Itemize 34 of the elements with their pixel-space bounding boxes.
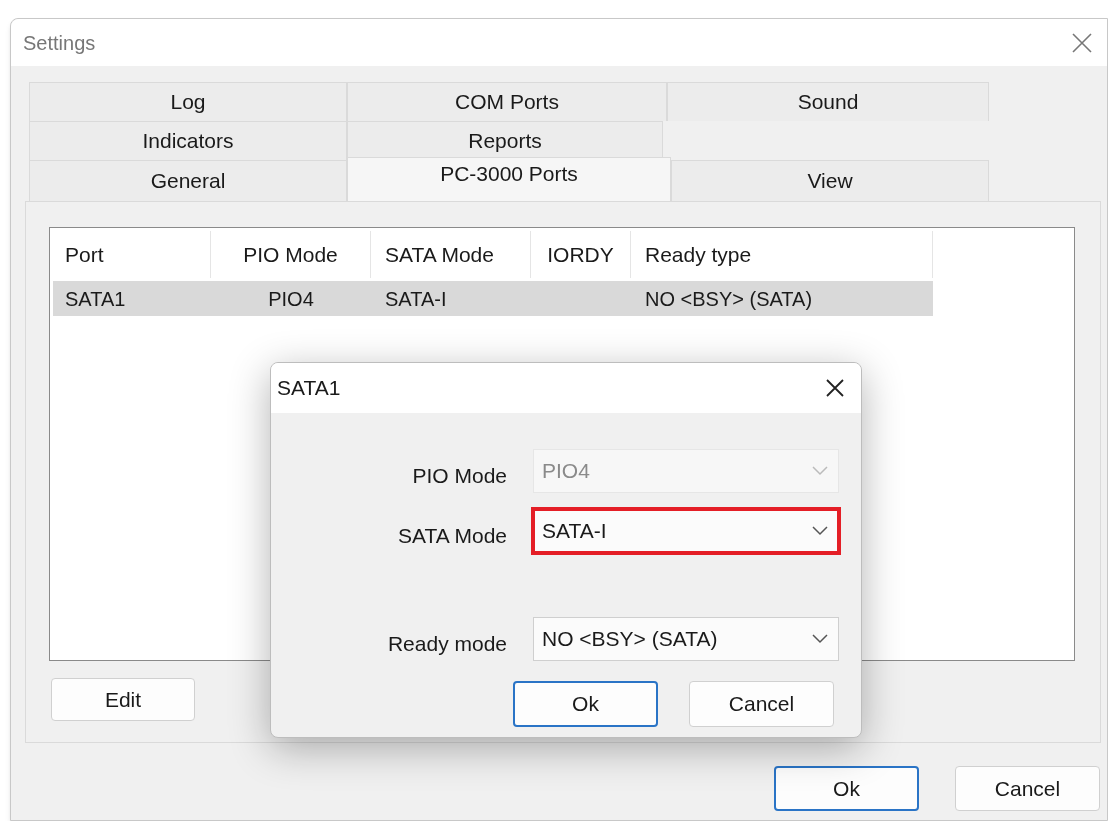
column-header[interactable]: SATA Mode xyxy=(371,231,531,278)
chevron-down-icon xyxy=(812,526,828,536)
tab[interactable]: PC-3000 Ports xyxy=(347,157,671,201)
column-header[interactable]: PIO Mode xyxy=(211,231,371,278)
tab[interactable]: Indicators xyxy=(29,121,347,160)
tab[interactable]: General xyxy=(29,160,347,201)
table-cell-text: SATA1 xyxy=(65,286,126,312)
tab[interactable]: Reports xyxy=(347,121,663,160)
dialog-button[interactable]: Cancel xyxy=(689,681,834,727)
column-header[interactable]: IORDY xyxy=(531,231,631,278)
chevron-down-icon xyxy=(812,466,828,476)
field-label: PIO Mode xyxy=(411,463,507,490)
column-header[interactable]: Port xyxy=(53,231,211,278)
dropdown[interactable]: NO <BSY> (SATA) xyxy=(533,617,839,661)
edit-button[interactable]: Edit xyxy=(51,678,195,721)
dialog-button[interactable]: Ok xyxy=(513,681,658,727)
tab[interactable]: Log xyxy=(29,82,347,121)
dialog-title: SATA1 xyxy=(277,375,341,402)
dialog-footer-button[interactable]: Ok xyxy=(774,766,919,811)
dialog-footer-button[interactable]: Cancel xyxy=(955,766,1100,811)
table-cell-text: NO <BSY> (SATA) xyxy=(645,286,813,312)
field-label: SATA Mode xyxy=(397,523,507,550)
tab[interactable]: COM Ports xyxy=(347,82,667,121)
dropdown[interactable]: SATA-I xyxy=(533,509,839,553)
field-label: Ready mode xyxy=(386,631,507,658)
table-row[interactable]: SATA1 PIO4 SATA-I NO <BSY> (SATA) xyxy=(53,281,933,316)
column-header[interactable]: Ready type xyxy=(631,231,933,278)
window-title: Settings xyxy=(23,30,96,56)
tab[interactable]: Sound xyxy=(667,82,989,121)
chevron-down-icon xyxy=(812,634,828,644)
table-cell-text: PIO4 xyxy=(268,286,314,312)
table-cell-text: SATA-I xyxy=(385,286,447,312)
close-icon[interactable] xyxy=(825,378,845,398)
tab[interactable]: View xyxy=(671,160,989,201)
